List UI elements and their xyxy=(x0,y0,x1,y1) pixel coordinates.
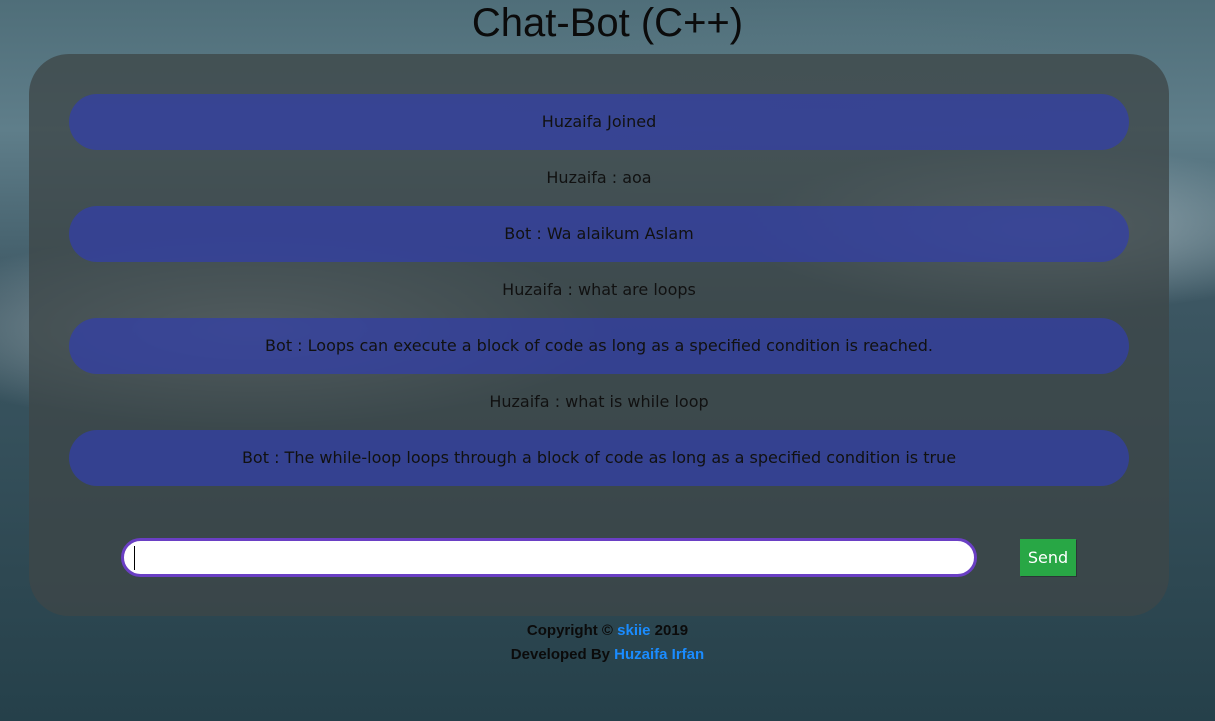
developer-link[interactable]: Huzaifa Irfan xyxy=(614,646,704,663)
message-bot: Bot : Wa alaikum Aslam xyxy=(69,206,1129,262)
developed-prefix: Developed By xyxy=(510,646,615,663)
message-user: Huzaifa : aoa xyxy=(546,168,652,187)
copyright-line: Copyright © skiie 2019 xyxy=(0,619,1215,643)
message-bot: Bot : The while-loop loops through a blo… xyxy=(69,430,1129,486)
developer-line: Developed By Huzaifa Irfan xyxy=(0,643,1215,667)
message-user: Huzaifa : what is while loop xyxy=(489,392,709,411)
skiie-link[interactable]: skiie xyxy=(617,622,650,639)
copyright-year: 2019 xyxy=(650,622,689,639)
chat-panel: Huzaifa Joined Huzaifa : aoa Bot : Wa al… xyxy=(29,54,1169,616)
send-button[interactable]: Send xyxy=(1020,539,1076,576)
text-caret xyxy=(134,546,135,570)
message-bot: Bot : Loops can execute a block of code … xyxy=(69,318,1129,374)
message-input[interactable] xyxy=(121,538,977,577)
page-title: Chat-Bot (C++) xyxy=(471,1,744,45)
message-system: Huzaifa Joined xyxy=(69,94,1129,150)
message-user: Huzaifa : what are loops xyxy=(502,280,696,299)
footer: Copyright © skiie 2019 Developed By Huza… xyxy=(0,619,1215,667)
copyright-prefix: Copyright © xyxy=(526,622,618,639)
message-list: Huzaifa Joined Huzaifa : aoa Bot : Wa al… xyxy=(69,94,1129,486)
